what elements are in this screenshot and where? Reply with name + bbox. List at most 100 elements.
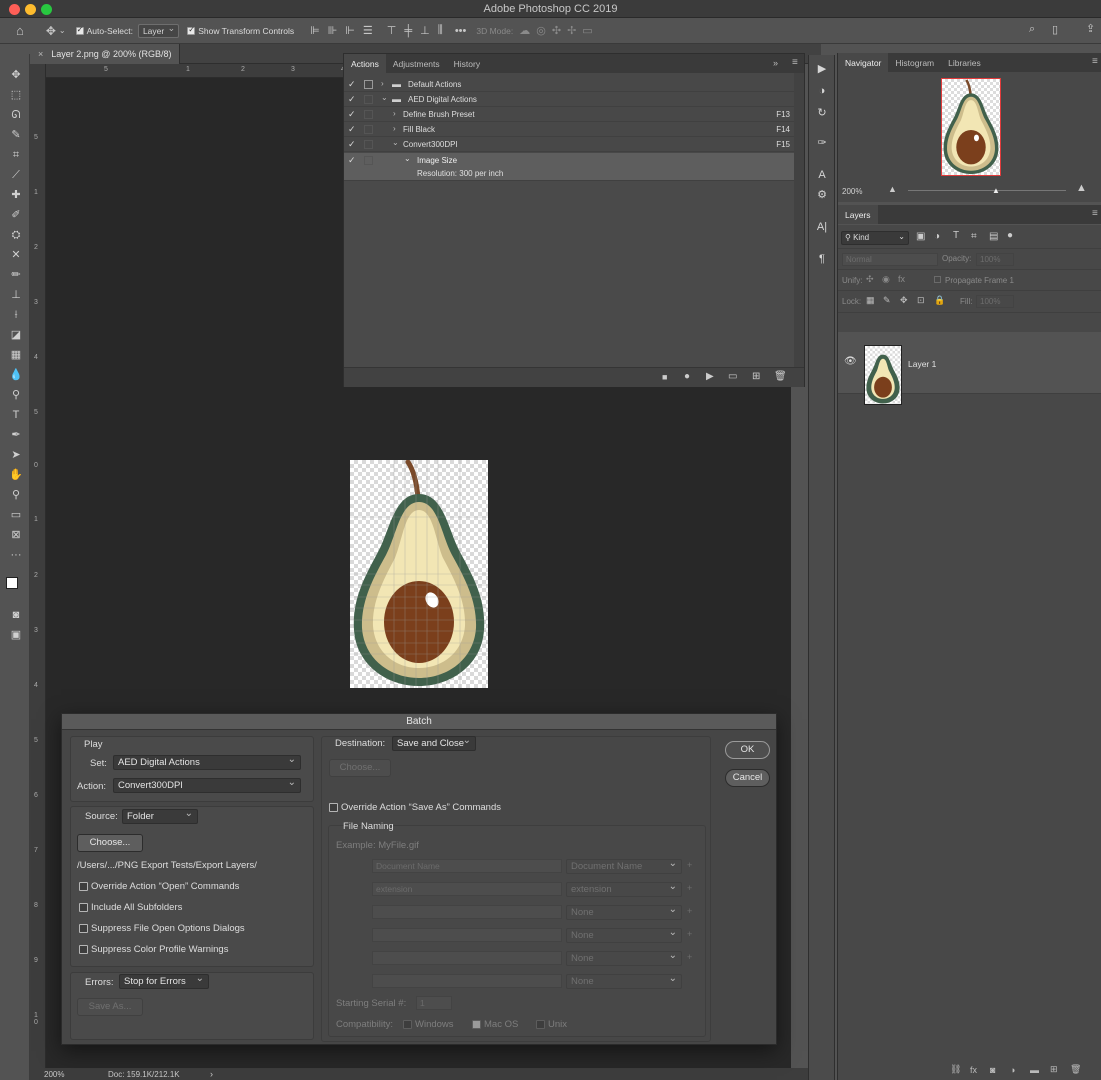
panel-menu-icon[interactable]: ≡ (1092, 208, 1098, 219)
3d-drag-icon[interactable]: ✣ (552, 24, 561, 37)
lock-all-icon[interactable]: 🔒 (934, 295, 945, 306)
unify-style-icon[interactable]: fx (898, 274, 905, 284)
document-tab[interactable]: × Layer 2.png @ 200% (RGB/8) (30, 44, 181, 64)
naming-select[interactable]: None (566, 927, 682, 943)
dialog-toggle-icon[interactable] (364, 140, 373, 149)
close-tab-icon[interactable]: × (38, 49, 43, 59)
move-tool-icon[interactable]: ✥ (46, 24, 56, 38)
dialog-toggle-icon[interactable] (364, 156, 373, 165)
rectangle-tool-icon[interactable]: ▭ (8, 507, 24, 523)
screen-mode-icon[interactable]: ▣ (8, 627, 24, 643)
align-center-icon[interactable]: ⊪ (328, 24, 338, 37)
play-icon[interactable]: ▶ (706, 371, 714, 382)
destination-choose-button[interactable]: Choose... (329, 759, 391, 777)
new-action-icon[interactable]: ⊞ (752, 371, 760, 382)
document-image[interactable] (350, 459, 488, 688)
eraser-tool-icon[interactable]: ◪ (8, 327, 24, 343)
naming-select[interactable]: extension (566, 881, 682, 897)
cancel-button[interactable]: Cancel (725, 769, 770, 787)
share-icon[interactable]: ⇪ (1086, 22, 1095, 35)
filter-toggle-icon[interactable]: ● (1007, 230, 1013, 241)
override-open-checkbox[interactable] (79, 882, 88, 891)
errors-dropdown[interactable]: Stop for Errors (119, 973, 209, 989)
unify-visibility-icon[interactable]: ◉ (882, 274, 890, 285)
tab-history[interactable]: History (447, 54, 487, 73)
panel-menu-icon[interactable]: ≡ (792, 57, 798, 68)
crop-tool-icon[interactable]: ⌗ (8, 147, 24, 163)
zoom-tool-icon[interactable]: ⚲ (8, 487, 24, 503)
workspace-icon[interactable]: ▯ (1052, 23, 1058, 36)
chevron-down-icon[interactable]: ⌄ (392, 138, 399, 147)
adjustments-dock-icon[interactable]: ◑ (814, 83, 830, 99)
edit-toolbar-icon[interactable]: ··· (8, 547, 24, 563)
hand-tool-icon[interactable]: ✋ (8, 467, 24, 483)
tab-libraries[interactable]: Libraries (941, 53, 988, 72)
serial-field[interactable]: 1 (416, 996, 452, 1010)
gradient-tool-icon[interactable]: ▦ (8, 347, 24, 363)
chevron-down-icon[interactable]: ⌄ (59, 26, 66, 35)
include-subfolders-checkbox[interactable] (79, 903, 88, 912)
link-layers-icon[interactable]: ⛓ (950, 1064, 970, 1075)
adjustment-filter-icon[interactable]: ◑ (934, 231, 940, 242)
frame-tool-icon[interactable]: ⊠ (8, 527, 24, 543)
dialog-toggle-icon[interactable] (364, 80, 373, 89)
source-dropdown[interactable]: Folder (122, 808, 198, 824)
toggle-check-icon[interactable]: ✓ (348, 79, 358, 90)
more-options-icon[interactable]: ••• (455, 25, 467, 37)
zoom-level[interactable]: 200% (44, 1070, 64, 1079)
properties-dock-icon[interactable]: ⚙ (814, 187, 830, 203)
align-left-icon[interactable]: ⊫ (310, 24, 320, 37)
source-choose-button[interactable]: Choose... (77, 834, 143, 852)
record-icon[interactable]: ● (684, 371, 690, 382)
history-dock-icon[interactable]: ↻ (814, 105, 830, 121)
dialog-toggle-icon[interactable] (364, 125, 373, 134)
tab-layers[interactable]: Layers (838, 205, 878, 224)
opacity-field[interactable]: 100% (976, 253, 1014, 266)
zoom-slider-track[interactable] (908, 190, 1066, 191)
toggle-check-icon[interactable]: ✓ (348, 139, 358, 150)
chevron-right-icon[interactable]: › (381, 79, 384, 88)
panel-menu-icon[interactable]: ≡ (1092, 56, 1098, 67)
pixel-filter-icon[interactable]: ▣ (916, 231, 925, 242)
new-layer-icon[interactable]: ⊞ (1050, 1064, 1070, 1075)
healing-tool-icon[interactable]: ✚ (8, 187, 24, 203)
zoom-out-icon[interactable]: ▲ (888, 184, 897, 194)
eyedropper-tool-icon[interactable]: ⟋ (8, 167, 24, 183)
align-top-icon[interactable]: ⊤ (387, 24, 397, 37)
brush-settings-dock-icon[interactable]: ✑ (814, 135, 830, 151)
history-brush-tool-icon[interactable]: ✕ (8, 247, 24, 263)
chevron-right-icon[interactable]: › (210, 1069, 213, 1079)
unify-position-icon[interactable]: ✣ (866, 274, 874, 285)
show-transform-checkbox[interactable] (187, 25, 196, 35)
distribute-icon[interactable]: ☰ (363, 24, 373, 37)
toggle-check-icon[interactable]: ✓ (348, 109, 358, 120)
chevron-right-icon[interactable]: › (393, 124, 396, 133)
action-row[interactable]: ✓ › Define Brush Preset F13 (344, 107, 794, 122)
naming-field[interactable]: extension (372, 882, 562, 896)
windows-checkbox[interactable] (403, 1020, 412, 1029)
paint-brush-icon[interactable]: ✏ (8, 267, 24, 283)
navigator-thumbnail[interactable] (941, 78, 1001, 176)
destination-dropdown[interactable]: Save and Close (392, 735, 476, 751)
foreground-color-swatch[interactable] (6, 577, 18, 589)
naming-field[interactable] (372, 905, 562, 919)
suppress-open-checkbox[interactable] (79, 924, 88, 933)
distribute-vertical-icon[interactable]: ⫼ (438, 24, 443, 37)
ok-button[interactable]: OK (725, 741, 770, 759)
toggle-check-icon[interactable]: ✓ (348, 94, 358, 105)
character-styles-dock-icon[interactable]: A| (814, 219, 830, 235)
stop-icon[interactable]: ■ (662, 372, 667, 382)
dodge-tool-icon[interactable]: ⚲ (8, 387, 24, 403)
new-set-folder-icon[interactable]: ▭ (728, 371, 737, 382)
zoom-in-icon[interactable]: ▲ (1076, 182, 1087, 194)
naming-field[interactable]: Document Name (372, 859, 562, 873)
trash-icon[interactable]: 🗑 (1070, 1064, 1090, 1075)
tab-histogram[interactable]: Histogram (888, 53, 941, 72)
quick-mask-icon[interactable]: ◙ (8, 607, 24, 623)
action-set-row[interactable]: ✓ ⌄ ▬ AED Digital Actions (344, 92, 794, 107)
auto-select-checkbox[interactable] (75, 25, 84, 35)
unix-checkbox[interactable] (536, 1020, 545, 1029)
dialog-toggle-icon[interactable] (364, 95, 373, 104)
layer-row[interactable]: 👁 Layer 1 (838, 332, 1101, 405)
lock-artboard-icon[interactable]: ⊡ (917, 295, 925, 306)
